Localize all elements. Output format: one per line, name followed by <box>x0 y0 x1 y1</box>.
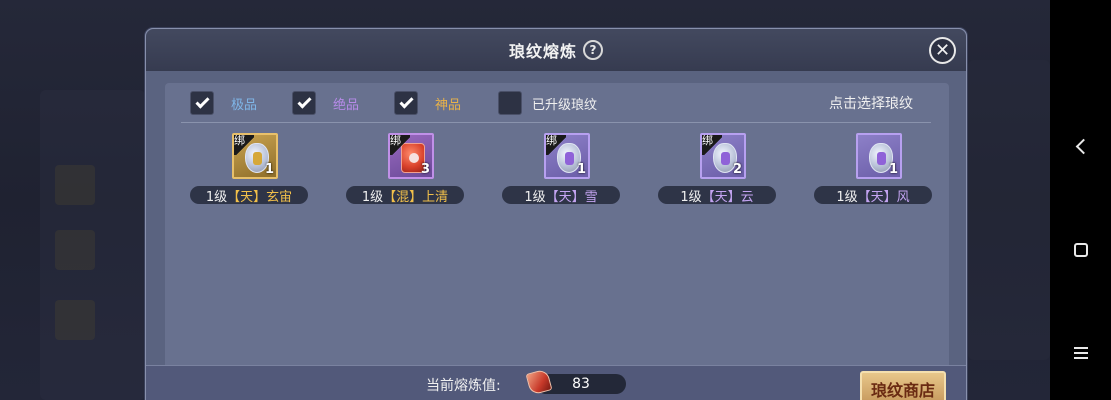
checkmark-icon <box>398 94 414 109</box>
checkmark-icon <box>296 94 312 109</box>
smelt-value-label: 当前熔炼值: <box>426 378 501 394</box>
item-count: 1 <box>264 162 274 177</box>
item-icon: 1 <box>856 133 902 179</box>
close-icon[interactable]: ✕ <box>929 37 956 64</box>
bind-badge: 绑 <box>234 135 254 155</box>
list-item[interactable]: 绑 1 1级 【天】 玄宙 <box>190 133 310 213</box>
item-list: 绑 1 1级 【天】 玄宙 绑 3 1级 【混】 上清 绑 1 1级 【天】 雪… <box>165 133 949 213</box>
item-name-label: 1级 【天】雪 <box>502 186 620 205</box>
filter-label-jipin: 极品 <box>231 98 258 113</box>
background-item <box>55 165 95 205</box>
select-hint: 点击选择琅纹 <box>829 96 913 112</box>
shop-button[interactable]: 琅纹商店 <box>860 371 946 400</box>
background-panel-right <box>968 60 1050 360</box>
square-icon <box>1073 243 1088 257</box>
menu-button[interactable] <box>1050 333 1111 373</box>
item-name-label: 1级 【天】 玄宙 <box>190 186 308 205</box>
back-button[interactable] <box>1050 126 1111 166</box>
filter-label-shenpin: 神品 <box>435 98 462 113</box>
checkmark-icon <box>194 94 210 109</box>
filter-checkbox-upgraded[interactable] <box>498 91 522 115</box>
bind-badge: 绑 <box>390 135 410 155</box>
back-chevron-icon <box>1075 138 1091 154</box>
bind-badge: 绑 <box>702 135 722 155</box>
filter-checkbox-shenpin[interactable] <box>394 91 418 115</box>
item-count: 1 <box>888 162 898 177</box>
filter-label-juepin: 绝品 <box>333 98 360 113</box>
item-count: 3 <box>420 162 430 177</box>
item-name-label: 1级 【混】 上清 <box>346 186 464 205</box>
list-item[interactable]: 绑 2 1级 【天】云 <box>658 133 778 213</box>
filter-checkbox-juepin[interactable] <box>292 91 316 115</box>
filter-checkbox-jipin[interactable] <box>190 91 214 115</box>
bind-badge: 绑 <box>546 135 566 155</box>
help-icon[interactable]: ? <box>583 40 603 60</box>
system-nav-bar <box>1050 0 1111 400</box>
divider <box>181 122 931 123</box>
dialog-footer: 当前熔炼值: 83 琅纹商店 <box>146 365 966 400</box>
item-name-label: 1级 【天】云 <box>658 186 776 205</box>
content-panel: 极品 绝品 神品 已升级琅纹 点击选择琅纹 绑 1 1级 【天】 玄宙 绑 3 … <box>165 83 949 369</box>
item-icon: 绑 1 <box>232 133 278 179</box>
list-item[interactable]: 1 1级 【天】风 <box>814 133 934 213</box>
dialog-title: 琅纹熔炼 <box>508 42 577 61</box>
filter-label-upgraded: 已升级琅纹 <box>532 98 598 113</box>
background-item <box>55 230 95 270</box>
menu-icon <box>1073 347 1088 359</box>
smelt-dialog: 琅纹熔炼 ? ✕ 极品 绝品 神品 已升级琅纹 点击选择琅纹 绑 1 1级 【天… <box>145 28 967 400</box>
home-button[interactable] <box>1050 230 1111 270</box>
item-icon: 绑 2 <box>700 133 746 179</box>
dialog-title-bar: 琅纹熔炼 ? <box>146 29 966 71</box>
item-count: 1 <box>576 162 586 177</box>
item-icon: 绑 3 <box>388 133 434 179</box>
filter-row: 极品 绝品 神品 已升级琅纹 点击选择琅纹 <box>165 83 949 121</box>
list-item[interactable]: 绑 1 1级 【天】雪 <box>502 133 622 213</box>
item-icon: 绑 1 <box>544 133 590 179</box>
item-name-label: 1级 【天】风 <box>814 186 932 205</box>
background-item <box>55 300 95 340</box>
list-item[interactable]: 绑 3 1级 【混】 上清 <box>346 133 466 213</box>
item-count: 2 <box>732 162 742 177</box>
